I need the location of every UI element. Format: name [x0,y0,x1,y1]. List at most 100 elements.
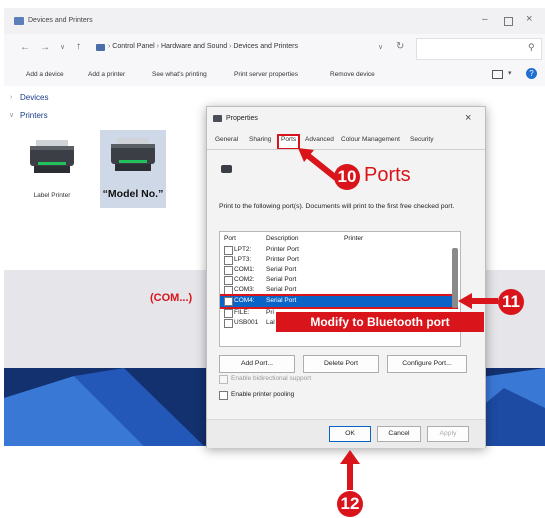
column-header-printer: Printer [344,235,364,242]
port-description: Pri [266,309,274,316]
minimize-icon[interactable]: – [482,14,488,25]
section-printers[interactable]: Printers [20,111,48,120]
section-devices[interactable]: Devices [20,93,48,102]
chevron-down-icon[interactable]: ∨ [9,111,14,119]
port-checkbox[interactable] [224,297,233,306]
port-description: Serial Port [266,276,297,283]
tab-general[interactable]: General [215,136,238,148]
step11-callout: Modify to Bluetooth port [276,312,484,332]
address-bar: ← → ∨ ↑ › Control Panel › Hardware and S… [4,34,545,64]
step11-arrow-icon [458,293,498,309]
port-row[interactable]: COM3: Serial Port [222,285,456,295]
refresh-icon[interactable]: ↻ [396,41,404,52]
up-icon[interactable]: ↑ [76,41,81,52]
view-options-icon[interactable] [492,70,503,79]
dialog-title: Properties [226,115,258,122]
column-header-description: Description [266,235,299,242]
breadcrumb-item[interactable]: Devices and Printers [233,43,298,50]
port-checkbox[interactable] [224,266,233,275]
command-bar: Add a device Add a printer See what's pr… [4,64,545,87]
port-checkbox[interactable] [224,246,233,255]
com-side-label: (COM...) [150,292,193,304]
model-printer-icon [111,138,155,171]
bidirectional-checkbox[interactable] [219,375,228,384]
port-row[interactable]: COM2: Serial Port [222,275,456,285]
printer-icon [14,17,24,25]
pooling-label: Enable printer pooling [231,391,295,398]
bidirectional-label: Enable bidirectional support [231,375,312,382]
apply-button[interactable]: Apply [427,426,469,442]
port-name: COM1: [234,266,255,273]
delete-port-button[interactable]: Delete Port [303,355,379,373]
search-box[interactable] [416,38,542,60]
close-icon[interactable]: × [526,13,532,25]
port-row[interactable]: LPT2: Printer Port [222,245,456,255]
window-title: Devices and Printers [28,17,93,24]
port-row[interactable]: COM1: Serial Port [222,265,456,275]
add-port-button[interactable]: Add Port... [219,355,295,373]
label-printer-icon [30,140,74,173]
port-name: COM4: [234,297,255,304]
port-description: Serial Port [266,297,297,304]
history-chevron-icon[interactable]: ∨ [60,43,65,51]
breadcrumb-item[interactable]: Hardware and Sound [161,43,227,50]
port-name: LPT2: [234,246,252,253]
breadcrumb-item[interactable]: Control Panel [112,43,154,50]
chevron-right-icon[interactable]: › [10,94,12,101]
breadcrumb[interactable]: › Control Panel › Hardware and Sound › D… [108,43,298,50]
step11-badge: 11 [498,289,524,315]
step12-arrow-icon [340,450,360,490]
add-device-button[interactable]: Add a device [26,71,64,78]
port-row-selected[interactable]: COM4: Serial Port [220,294,458,309]
help-icon[interactable]: ? [526,68,537,79]
remove-device-button[interactable]: Remove device [330,71,375,78]
pooling-checkbox[interactable] [219,391,228,400]
address-dropdown-icon[interactable]: ∨ [378,43,383,51]
tab-sharing[interactable]: Sharing [249,136,271,148]
tab-colour-management[interactable]: Colour Management [341,136,400,148]
port-description: Printer Port [266,246,299,253]
ok-button[interactable]: OK [329,426,371,442]
dialog-close-icon[interactable]: × [465,112,471,124]
printer-item-label-printer[interactable]: Label Printer [20,132,84,204]
port-checkbox[interactable] [224,309,233,318]
port-checkbox[interactable] [224,276,233,285]
step10-badge: 10 [334,164,360,190]
port-name: COM3: [234,286,255,293]
port-name: LPT3: [234,256,252,263]
see-whats-printing-button[interactable]: See what's printing [152,71,207,78]
view-dropdown-icon[interactable]: ▾ [508,69,512,77]
tab-divider [207,149,485,150]
port-name: FILE: [234,309,250,316]
step12-badge: 12 [337,491,363,517]
control-panel-icon [96,44,105,51]
forward-icon[interactable]: → [40,42,50,53]
printer-icon [213,115,222,122]
search-icon[interactable]: ⚲ [528,42,535,53]
port-name: COM2: [234,276,255,283]
port-description: Lal [266,319,275,326]
port-description: Serial Port [266,266,297,273]
port-name: USB001 [234,319,259,326]
maximize-icon[interactable] [504,17,513,26]
title-bar: Devices and Printers – × [4,8,545,34]
tab-security[interactable]: Security [410,136,433,148]
configure-port-button[interactable]: Configure Port... [387,355,467,373]
dialog-footer: OK Cancel Apply [207,419,485,448]
print-server-properties-button[interactable]: Print server properties [234,71,298,78]
port-checkbox[interactable] [224,286,233,295]
cancel-button[interactable]: Cancel [377,426,421,442]
port-row[interactable]: LPT3: Printer Port [222,255,456,265]
ports-instruction: Print to the following port(s). Document… [219,203,455,210]
add-printer-button[interactable]: Add a printer [88,71,125,78]
port-checkbox[interactable] [224,319,233,328]
back-icon[interactable]: ← [20,42,30,53]
printer-label: Label Printer [33,192,71,199]
column-header-port: Port [224,235,236,242]
port-description: Printer Port [266,256,299,263]
port-checkbox[interactable] [224,256,233,265]
printer-item-model-no[interactable]: “Model No.” [100,130,166,208]
properties-dialog: Properties × General Sharing Ports Advan… [206,106,486,448]
step10-label: Ports [364,164,411,186]
printer-label: “Model No.” [102,188,164,200]
